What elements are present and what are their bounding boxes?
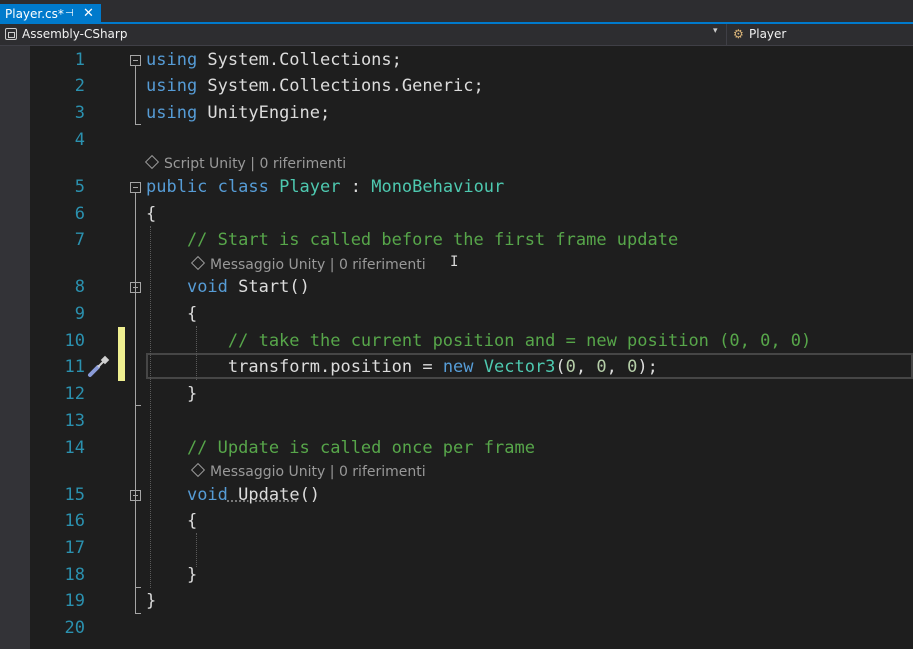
outline-line (135, 501, 136, 587)
member-label: Player (749, 27, 787, 41)
outline-end (135, 587, 141, 588)
line-number: 3 (74, 103, 85, 123)
codelens-start[interactable]: Messaggio Unity | 0 riferimenti (190, 255, 426, 274)
indent-guide (196, 533, 197, 567)
line-number: 1 (74, 50, 85, 70)
unity-cube-icon (190, 255, 206, 271)
code-line-6[interactable]: { (146, 204, 156, 224)
line-number: 16 (64, 511, 85, 531)
code-line-8[interactable]: void Start() (146, 277, 310, 297)
collapse-start-icon[interactable] (130, 282, 141, 293)
outline-end (135, 124, 141, 125)
line-number: 17 (64, 538, 85, 558)
tab-title: Player.cs* (5, 7, 64, 21)
code-line-3[interactable]: using UnityEngine; (146, 103, 330, 123)
project-dropdown[interactable]: Assembly-CSharp ▾ (0, 24, 727, 45)
line-number: 5 (74, 177, 85, 197)
code-line-19[interactable]: } (146, 591, 156, 611)
outline-line (135, 66, 136, 124)
mouse-ibeam-cursor: I (450, 254, 459, 270)
code-line-5[interactable]: public class Player : MonoBehaviour (146, 177, 504, 197)
line-number: 10 (64, 331, 85, 351)
code-line-2[interactable]: using System.Collections.Generic; (146, 76, 484, 96)
navigation-bar: Assembly-CSharp ▾ ⚙ Player (0, 24, 913, 46)
line-number: 9 (74, 304, 85, 324)
line-number: 18 (64, 565, 85, 585)
code-line-11[interactable]: transform.position = new Vector3(0, 0, 0… (146, 357, 658, 377)
code-line-10[interactable]: // take the current position and = new p… (146, 331, 811, 351)
class-icon: ⚙ (733, 27, 744, 41)
collapse-class-icon[interactable] (130, 182, 141, 193)
codelens-update[interactable]: Messaggio Unity | 0 riferimenti (190, 462, 426, 481)
outline-line (135, 293, 136, 405)
outline-end (135, 405, 141, 406)
collapse-usings-icon[interactable] (130, 55, 141, 66)
close-icon[interactable]: ✕ (83, 4, 94, 24)
outline-end (135, 613, 141, 614)
code-line-16[interactable]: { (146, 511, 197, 531)
code-line-1[interactable]: using System.Collections; (146, 50, 402, 70)
code-line-12[interactable]: } (146, 384, 197, 404)
codelens-class[interactable]: Script Unity | 0 riferimenti (144, 154, 346, 173)
line-number: 6 (74, 204, 85, 224)
collapse-update-icon[interactable] (130, 490, 141, 501)
project-icon (5, 28, 17, 40)
editor-left-margin (0, 46, 30, 649)
project-label: Assembly-CSharp (22, 27, 128, 41)
code-line-9[interactable]: { (146, 304, 197, 324)
quick-actions-icon[interactable] (86, 355, 110, 379)
line-number: 8 (74, 277, 85, 297)
line-number: 11 (64, 357, 85, 377)
line-number: 14 (64, 438, 85, 458)
document-tab-bar: Player.cs* ⊣ ✕ (0, 0, 913, 24)
unity-cube-icon (190, 462, 206, 478)
unity-cube-icon (144, 154, 160, 170)
code-line-18[interactable]: } (146, 565, 197, 585)
line-number: 15 (64, 485, 85, 505)
tab-player-cs[interactable]: Player.cs* ⊣ ✕ (0, 4, 101, 24)
line-number: 13 (64, 411, 85, 431)
changed-lines-marker (118, 327, 125, 381)
code-line-15[interactable]: void Update() (146, 485, 320, 505)
pin-icon[interactable]: ⊣ (65, 4, 74, 24)
line-number: 2 (74, 76, 85, 96)
code-line-7[interactable]: // Start is called before the first fram… (146, 230, 678, 250)
code-line-14[interactable]: // Update is called once per frame (146, 438, 535, 458)
line-number: 7 (74, 230, 85, 250)
line-number: 4 (74, 130, 85, 150)
line-number: 20 (64, 618, 85, 638)
chevron-down-icon[interactable]: ▾ (713, 26, 718, 36)
line-number: 19 (64, 591, 85, 611)
line-number: 12 (64, 384, 85, 404)
